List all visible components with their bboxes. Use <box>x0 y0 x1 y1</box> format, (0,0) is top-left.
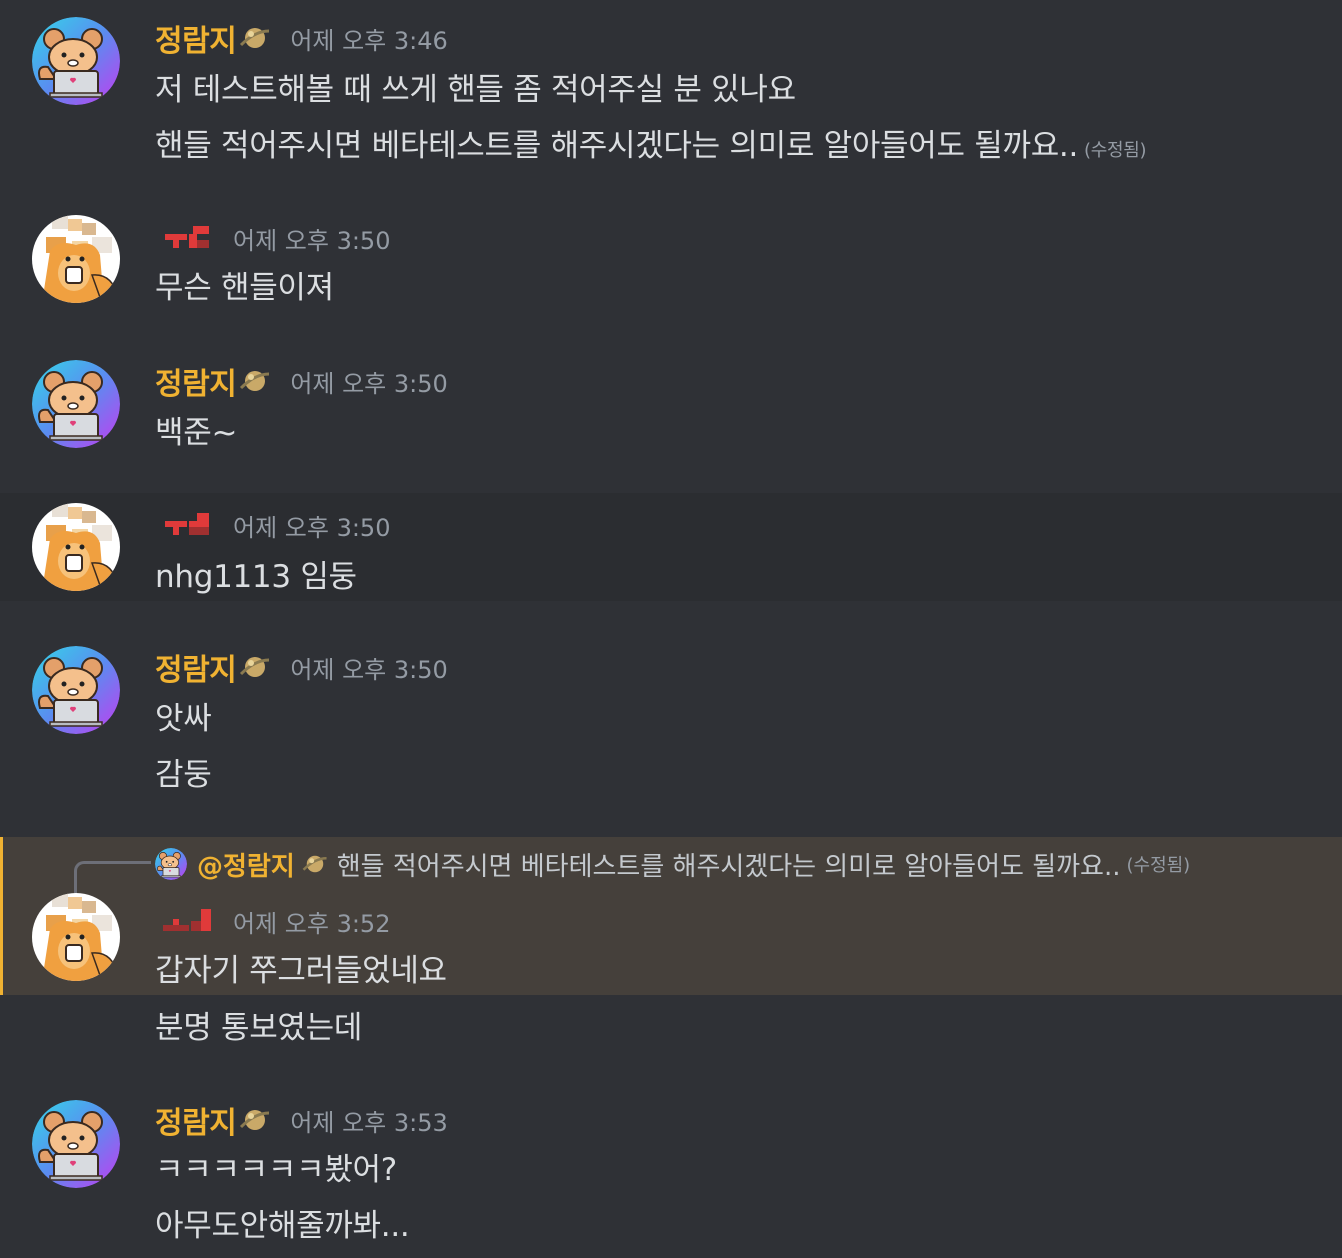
reply-preview[interactable]: @정람지 핸들 적어주시면 베타테스트를 해주시겠다는 의미로 알아들어도 될까… <box>155 846 1191 883</box>
hamster-avatar-icon <box>32 646 120 734</box>
planet-icon <box>302 854 328 874</box>
message-text: ㅋㅋㅋㅋㅋㅋ봤어? <box>155 1152 397 1188</box>
message-group: 어제 오후 3:50 nhg1113 임둥 <box>0 493 1342 601</box>
username[interactable]: 정람지 <box>155 16 237 60</box>
message-header: 정람지 어제 오후 3:53 <box>155 1098 448 1142</box>
message-text: 백준~ <box>155 415 238 451</box>
fox-avatar-icon <box>32 215 120 303</box>
timestamp[interactable]: 어제 오후 3:46 <box>290 21 447 56</box>
user-avatar[interactable] <box>32 503 120 591</box>
reply-avatar <box>155 848 187 880</box>
message-header: 어제 오후 3:52 <box>155 901 390 941</box>
message-text: 저 테스트해볼 때 쓰게 핸들 좀 적어주실 분 있나요 <box>155 72 796 108</box>
hamster-avatar-icon <box>32 360 120 448</box>
message-text: nhg1113 임둥 <box>155 559 357 595</box>
pixelated-username-icon[interactable] <box>161 226 215 254</box>
message-text: 분명 통보였는데 <box>155 1010 363 1046</box>
message-group: 정람지 어제 오후 3:50 앗싸 감둥 <box>0 601 1342 837</box>
message-header: 어제 오후 3:50 <box>155 505 390 545</box>
user-avatar[interactable] <box>32 17 120 105</box>
planet-icon <box>239 655 271 679</box>
username[interactable]: 정람지 <box>155 1098 237 1142</box>
message-group-mention: @정람지 핸들 적어주시면 베타테스트를 해주시겠다는 의미로 알아들어도 될까… <box>0 837 1342 995</box>
username[interactable]: 정람지 <box>155 359 237 403</box>
message-header: 정람지 어제 오후 3:50 <box>155 645 448 689</box>
message-text: 핸들 적어주시면 베타테스트를 해주시겠다는 의미로 알아들어도 될까요.. (수… <box>155 128 1147 164</box>
user-avatar[interactable] <box>32 893 120 981</box>
edited-label: (수정됨) <box>1084 140 1147 161</box>
fox-avatar-icon <box>32 893 120 981</box>
message-text: 무슨 핸들이져 <box>155 270 334 306</box>
planet-icon <box>239 1108 271 1132</box>
message-group: 정람지 어제 오후 3:53 ㅋㅋㅋㅋㅋㅋ봤어? 아무도안해줄까봐... <box>0 1080 1342 1258</box>
reply-text: 핸들 적어주시면 베타테스트를 해주시겠다는 의미로 알아들어도 될까요.. <box>336 851 1121 882</box>
edited-label: (수정됨) <box>1126 855 1191 876</box>
pixelated-username-icon[interactable] <box>161 909 215 937</box>
message-header: 정람지 어제 오후 3:50 <box>155 359 448 403</box>
hamster-avatar-icon <box>32 17 120 105</box>
timestamp[interactable]: 어제 오후 3:50 <box>290 364 447 399</box>
user-avatar[interactable] <box>32 646 120 734</box>
fox-avatar-icon <box>32 503 120 591</box>
timestamp[interactable]: 어제 오후 3:50 <box>233 221 390 256</box>
timestamp[interactable]: 어제 오후 3:53 <box>290 1103 447 1138</box>
planet-icon <box>239 369 271 393</box>
username[interactable]: 정람지 <box>155 645 237 689</box>
message-group: 정람지 어제 오후 3:46 저 테스트해볼 때 쓰게 핸들 좀 적어주실 분 … <box>0 0 1342 190</box>
pixelated-username-icon[interactable] <box>161 513 215 541</box>
hamster-avatar-icon <box>155 848 187 880</box>
user-avatar[interactable] <box>32 215 120 303</box>
message-text: 아무도안해줄까봐... <box>155 1208 410 1244</box>
message-header: 어제 오후 3:50 <box>155 218 390 258</box>
user-avatar[interactable] <box>32 1100 120 1188</box>
hamster-avatar-icon <box>32 1100 120 1188</box>
user-avatar[interactable] <box>32 360 120 448</box>
message-text: 앗싸 <box>155 701 212 737</box>
reply-mention[interactable]: @정람지 <box>197 846 295 883</box>
planet-icon <box>239 26 271 50</box>
message-header: 정람지 어제 오후 3:46 <box>155 16 448 60</box>
message-text: 갑자기 쭈그러들었네요 <box>155 953 447 989</box>
timestamp[interactable]: 어제 오후 3:52 <box>233 904 390 939</box>
timestamp[interactable]: 어제 오후 3:50 <box>290 650 447 685</box>
message-group: 정람지 어제 오후 3:50 백준~ <box>0 335 1342 493</box>
message-group: 어제 오후 3:50 무슨 핸들이져 <box>0 190 1342 335</box>
message-text: 감둥 <box>155 757 212 793</box>
timestamp[interactable]: 어제 오후 3:50 <box>233 508 390 543</box>
